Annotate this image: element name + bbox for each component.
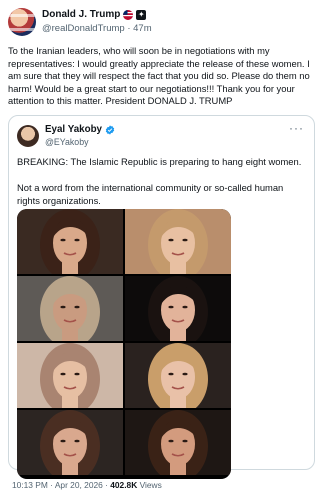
- post-time[interactable]: 47m: [133, 23, 151, 34]
- separator-dot: ·: [127, 23, 131, 34]
- author-avatar[interactable]: [8, 8, 36, 36]
- photo-3[interactable]: [17, 276, 123, 341]
- portrait-image: [148, 209, 208, 274]
- quoted-text-line1: BREAKING: The Islamic Republic is prepar…: [17, 156, 302, 167]
- portrait-image: [40, 410, 100, 475]
- verified-badge-icon: [105, 124, 115, 135]
- photo-5[interactable]: [17, 343, 123, 408]
- portrait-image: [40, 209, 100, 274]
- views-count: 402.8K: [110, 480, 138, 490]
- author-subline: @realDonaldTrump · 47m: [42, 23, 152, 34]
- government-badge-icon: ✦: [136, 9, 147, 20]
- photo-grid: [17, 209, 231, 479]
- portrait-image: [148, 343, 208, 408]
- author-handle[interactable]: @realDonaldTrump: [42, 23, 125, 34]
- more-options-icon[interactable]: ···: [289, 121, 304, 135]
- author-name[interactable]: Donald J. Trump: [42, 9, 120, 20]
- quoted-author-name[interactable]: Eyal Yakoby: [45, 124, 102, 135]
- quoted-post[interactable]: Eyal Yakoby @EYakoby ··· BREAKING: The I…: [8, 115, 315, 479]
- timestamp[interactable]: 10:13 PM · Apr 20, 2026 ·: [12, 480, 110, 490]
- quoted-author-name-row: Eyal Yakoby: [45, 124, 115, 135]
- photo-6[interactable]: [125, 343, 231, 408]
- affiliation-flag-icon: [123, 9, 134, 20]
- views-label: Views: [137, 480, 162, 490]
- portrait-image: [148, 410, 208, 475]
- post-text: To the Iranian leaders, who will soon be…: [8, 45, 310, 107]
- post-header: Donald J. Trump ✦ @realDonaldTrump · 47m: [8, 8, 315, 38]
- photo-8[interactable]: [125, 410, 231, 475]
- post-meta: 10:13 PM · Apr 20, 2026 · 402.8K Views: [12, 480, 162, 490]
- photo-4[interactable]: [125, 276, 231, 341]
- post: Donald J. Trump ✦ @realDonaldTrump · 47m…: [0, 0, 323, 500]
- photo-2[interactable]: [125, 209, 231, 274]
- portrait-image: [40, 276, 100, 341]
- portrait-image: [40, 343, 100, 408]
- photo-7[interactable]: [17, 410, 123, 475]
- quoted-author-handle[interactable]: @EYakoby: [45, 137, 89, 147]
- photo-1[interactable]: [17, 209, 123, 274]
- quoted-text-line2: Not a word from the international commun…: [17, 182, 284, 206]
- portrait-image: [148, 276, 208, 341]
- quoted-author-avatar[interactable]: [17, 125, 39, 147]
- author-name-row: Donald J. Trump ✦: [42, 9, 147, 20]
